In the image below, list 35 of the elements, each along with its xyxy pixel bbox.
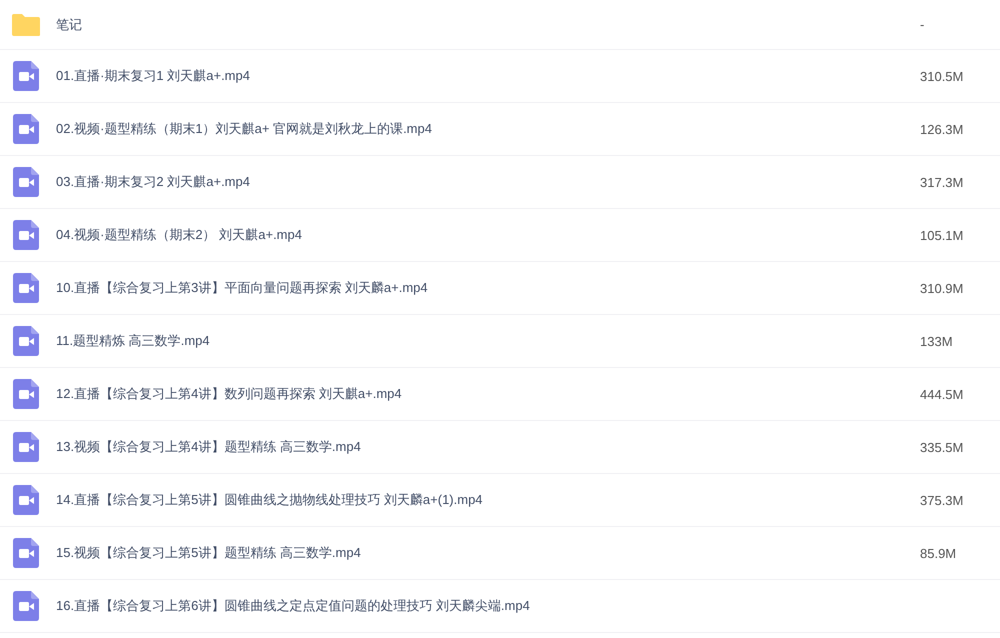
video-file-icon xyxy=(13,167,39,197)
video-file-icon xyxy=(13,220,39,250)
file-name[interactable]: 13.视频【综合复习上第4讲】题型精练 高三数学.mp4 xyxy=(56,438,920,456)
video-file-icon xyxy=(13,326,39,356)
file-size: - xyxy=(920,17,926,32)
file-name[interactable]: 15.视频【综合复习上第5讲】题型精练 高三数学.mp4 xyxy=(56,544,920,562)
video-file-icon xyxy=(13,591,39,621)
video-file-icon xyxy=(13,379,39,409)
video-file-icon xyxy=(13,61,39,91)
file-size: 310.5M xyxy=(920,68,964,84)
file-name[interactable]: 04.视频·题型精练（期末2） 刘天麒a+.mp4 xyxy=(56,226,920,244)
file-name[interactable]: 01.直播·期末复习1 刘天麒a+.mp4 xyxy=(56,67,920,85)
file-size: 317.3M xyxy=(920,174,964,190)
file-size: 105.1M xyxy=(920,228,964,242)
file-size: 133M xyxy=(920,334,954,348)
file-size: 126.3M xyxy=(920,122,964,136)
video-file-icon xyxy=(13,273,39,303)
file-size: 444.5M xyxy=(920,386,964,402)
file-size: 310.9M xyxy=(920,280,964,296)
file-size: 85.9M xyxy=(920,546,958,560)
file-name[interactable]: 11.题型精炼 高三数学.mp4 xyxy=(56,332,920,350)
file-name[interactable]: 03.直播·期末复习2 刘天麒a+.mp4 xyxy=(56,173,920,191)
video-file-icon xyxy=(13,114,39,144)
file-name[interactable]: 10.直播【综合复习上第3讲】平面向量问题再探索 刘天麟a+.mp4 xyxy=(56,279,920,297)
video-file-icon xyxy=(13,538,39,568)
file-name[interactable]: 02.视频·题型精练（期末1）刘天麒a+ 官网就是刘秋龙上的课.mp4 xyxy=(56,120,920,138)
file-size: 335.5M xyxy=(920,440,964,454)
folder-icon xyxy=(11,12,41,36)
file-name[interactable]: 14.直播【综合复习上第5讲】圆锥曲线之抛物线处理技巧 刘天麟a+(1).mp4 xyxy=(56,491,920,509)
file-name[interactable]: 16.直播【综合复习上第6讲】圆锥曲线之定点定值问题的处理技巧 刘天麟尖端.mp4 xyxy=(56,597,1000,615)
file-name[interactable]: 12.直播【综合复习上第4讲】数列问题再探索 刘天麒a+.mp4 xyxy=(56,385,920,403)
file-name[interactable]: 笔记 xyxy=(56,16,920,34)
video-file-icon xyxy=(13,485,39,515)
video-file-icon xyxy=(13,432,39,462)
file-size: 375.3M xyxy=(920,492,964,508)
